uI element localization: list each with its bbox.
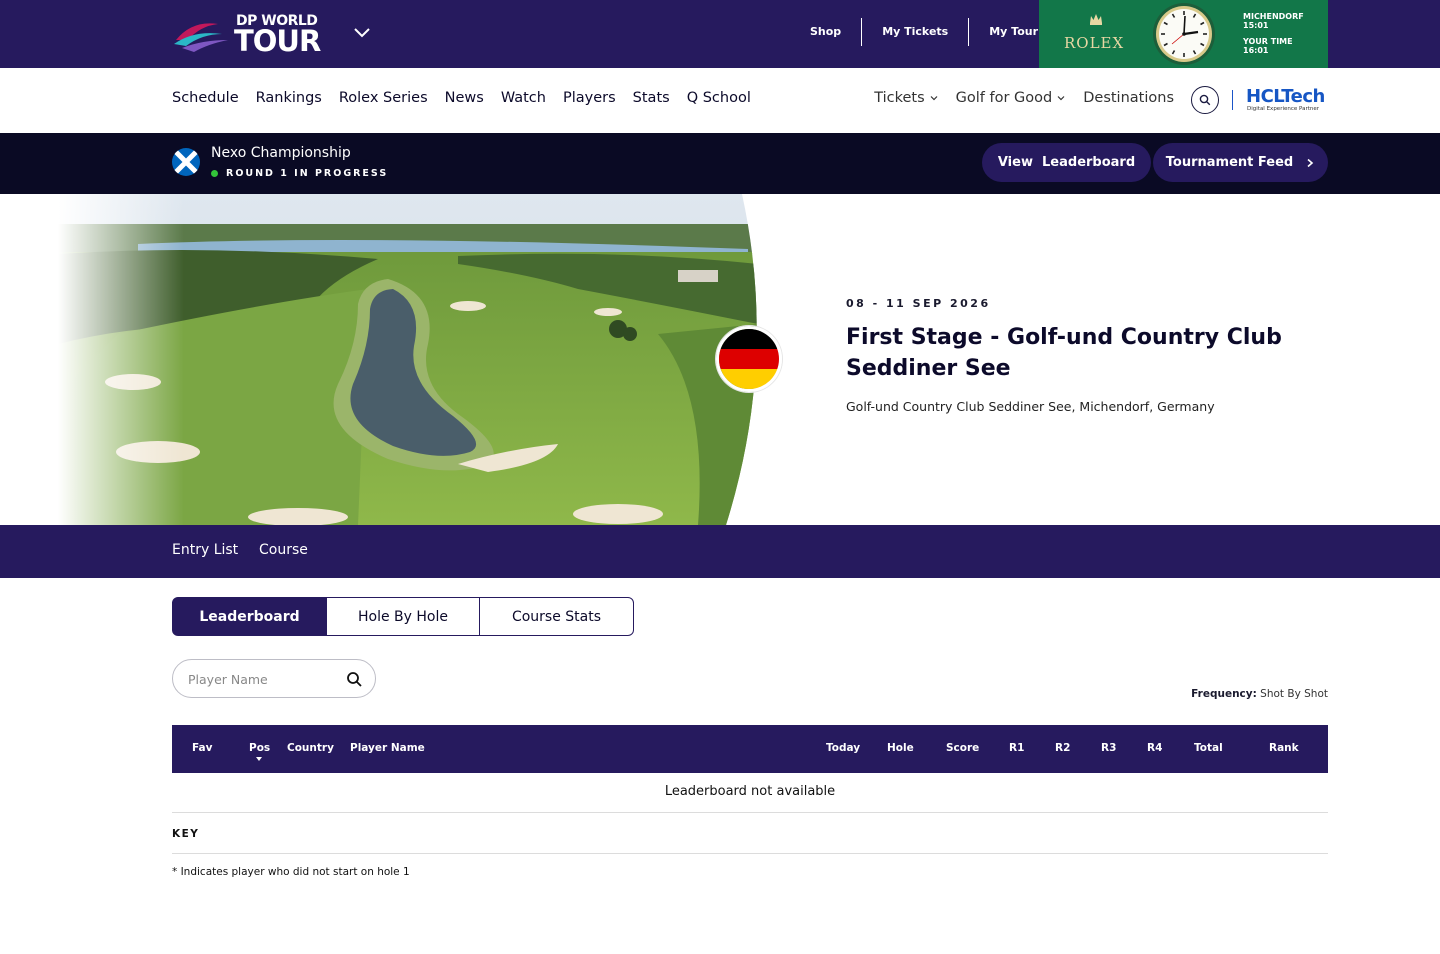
frequency-value: Shot By Shot <box>1260 688 1328 700</box>
subnav-entry-list[interactable]: Entry List <box>172 542 238 558</box>
hcltech-partner-tagline: Digital Experience Partner <box>1247 106 1319 112</box>
view-leaderboard-button[interactable]: View Leaderboard <box>982 143 1151 182</box>
tab-course-stats[interactable]: Course Stats <box>479 597 634 636</box>
chevron-down-icon[interactable] <box>352 22 372 42</box>
live-status-dot <box>211 170 218 177</box>
nav-divider <box>1232 90 1233 110</box>
column-r1[interactable]: R1 <box>1009 742 1024 754</box>
player-name-input[interactable] <box>188 669 338 689</box>
nav-golf-for-good[interactable]: Golf for Good <box>956 90 1066 106</box>
subnav-course[interactable]: Course <box>259 542 308 558</box>
nav-tickets-label: Tickets <box>874 90 925 106</box>
nav-rankings[interactable]: Rankings <box>256 90 322 106</box>
hcltech-partner-logo[interactable]: HCLTech <box>1246 86 1325 107</box>
rolex-crown-icon <box>1090 14 1102 25</box>
swoosh-logo-icon <box>174 23 228 52</box>
account-links: Shop My Tickets My Tour <box>790 18 1058 46</box>
chevron-down-icon <box>1057 96 1065 101</box>
nav-stats[interactable]: Stats <box>633 90 670 106</box>
my-tickets-link[interactable]: My Tickets <box>861 18 968 46</box>
tournament-dates: 08 - 11 SEP 2026 <box>846 297 991 310</box>
nav-schedule[interactable]: Schedule <box>172 90 239 106</box>
key-heading: KEY <box>172 814 1328 854</box>
column-total[interactable]: Total <box>1194 742 1223 754</box>
column-r4[interactable]: R4 <box>1147 742 1162 754</box>
column-fav[interactable]: Fav <box>192 742 213 754</box>
tournament-feed-label: Tournament Feed <box>1165 155 1294 170</box>
shop-link[interactable]: Shop <box>790 18 861 46</box>
nav-q-school[interactable]: Q School <box>687 90 751 106</box>
player-search <box>172 659 376 698</box>
tournament-title: First Stage - Golf-und Country Club Sedd… <box>846 325 1282 381</box>
rolex-time-info: MICHENDORF 15:01 YOUR TIME 16:01 <box>1243 12 1304 55</box>
tab-hole-by-hole[interactable]: Hole By Hole <box>325 597 481 636</box>
live-event-status: ROUND 1 IN PROGRESS <box>211 168 388 179</box>
tournament-feed-button[interactable]: Tournament Feed <box>1153 143 1328 182</box>
chevron-right-icon <box>1307 158 1314 167</box>
leaderboard-tabs: Leaderboard Hole By Hole Course Stats <box>172 597 634 636</box>
sort-caret-icon <box>256 757 262 761</box>
nav-rolex-series[interactable]: Rolex Series <box>339 90 428 106</box>
column-player-name[interactable]: Player Name <box>350 742 425 754</box>
scotland-flag-icon <box>172 148 200 176</box>
site-search-button[interactable] <box>1191 86 1219 114</box>
nav-watch[interactable]: Watch <box>501 90 546 106</box>
column-score[interactable]: Score <box>946 742 979 754</box>
top-bar: DP WORLD TOUR Shop My Tickets My Tour RO… <box>0 0 1440 68</box>
rolex-location-time: 15:01 <box>1243 21 1269 30</box>
update-frequency: Frequency: Shot By Shot <box>1191 688 1328 700</box>
leaderboard-empty-message: Leaderboard not available <box>172 773 1328 813</box>
view-leaderboard-label: View Leaderboard <box>997 155 1136 170</box>
column-today[interactable]: Today <box>826 742 860 754</box>
nav-destinations-label: Destinations <box>1083 90 1174 106</box>
rolex-wordmark: ROLEX <box>1064 34 1125 52</box>
rolex-clock-banner[interactable]: ROLEX MICHENDORF 15:01 YOUR TIME 16:01 <box>1039 0 1328 68</box>
nav-destinations[interactable]: Destinations <box>1083 90 1174 106</box>
secondary-nav: Tickets Golf for Good Destinations <box>856 90 1174 106</box>
nav-news[interactable]: News <box>445 90 484 106</box>
nav-golf-for-good-label: Golf for Good <box>955 90 1053 106</box>
column-rank[interactable]: Rank <box>1269 742 1299 754</box>
primary-nav: Schedule Rankings Rolex Series News Watc… <box>172 90 768 106</box>
column-r2[interactable]: R2 <box>1055 742 1070 754</box>
nav-tickets[interactable]: Tickets <box>874 90 938 106</box>
germany-flag-icon <box>716 326 782 392</box>
nav-players[interactable]: Players <box>563 90 616 106</box>
clock-icon <box>1153 3 1215 65</box>
column-country[interactable]: Country <box>287 742 334 754</box>
column-r3[interactable]: R3 <box>1101 742 1116 754</box>
main-navigation: Schedule Rankings Rolex Series News Watc… <box>0 68 1440 133</box>
search-icon[interactable] <box>346 671 363 688</box>
leaderboard-table-header: Fav Pos Country Player Name Today Hole S… <box>172 725 1328 773</box>
rolex-your-time-label: YOUR TIME <box>1243 37 1293 46</box>
dp-world-tour-logo[interactable]: DP WORLD TOUR <box>172 10 332 58</box>
tab-leaderboard[interactable]: Leaderboard <box>172 597 327 636</box>
column-hole[interactable]: Hole <box>887 742 914 754</box>
chevron-down-icon <box>930 96 938 101</box>
rolex-your-time: 16:01 <box>1243 46 1269 55</box>
frequency-label: Frequency: <box>1191 688 1257 700</box>
key-note: * Indicates player who did not start on … <box>172 866 410 878</box>
logo-line2: TOUR <box>234 24 321 58</box>
search-icon <box>1199 94 1211 106</box>
column-pos[interactable]: Pos <box>249 742 270 754</box>
tournament-location: Golf-und Country Club Seddiner See, Mich… <box>846 399 1215 414</box>
course-aerial-image <box>58 194 757 525</box>
live-event-name[interactable]: Nexo Championship <box>211 145 351 161</box>
live-status-text: ROUND 1 IN PROGRESS <box>226 168 389 179</box>
rolex-location: MICHENDORF <box>1243 12 1304 21</box>
